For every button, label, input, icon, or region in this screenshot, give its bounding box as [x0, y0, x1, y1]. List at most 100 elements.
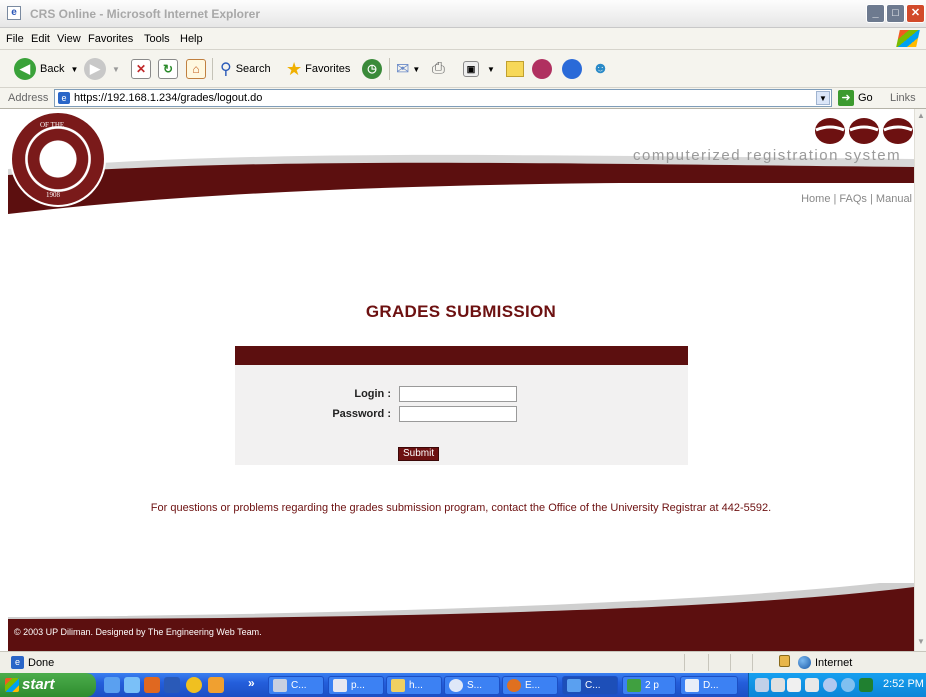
address-bar: Address e https://192.168.1.234/grades/l… — [0, 88, 926, 109]
go-button[interactable]: Go — [858, 92, 873, 104]
address-url: https://192.168.1.234/grades/logout.do — [74, 92, 263, 104]
folder-icon — [506, 61, 524, 77]
search-label: Search — [235, 63, 271, 75]
quicklaunch-app-icon[interactable] — [164, 677, 180, 693]
group-icon — [627, 679, 641, 692]
firefox-icon — [507, 679, 521, 692]
task-label: C... — [291, 680, 307, 691]
task-button[interactable]: h... — [386, 676, 442, 695]
quicklaunch-ie-icon[interactable] — [104, 677, 120, 693]
crs-logo — [815, 118, 913, 144]
contacts-button[interactable]: ☻ — [592, 56, 609, 82]
forward-button[interactable]: ▶ ▼ — [84, 56, 120, 82]
chevron-down-icon: ▼ — [112, 64, 120, 74]
task-label: E... — [525, 680, 541, 691]
research-icon — [562, 59, 582, 79]
vertical-scrollbar[interactable]: ▲ ▼ — [914, 109, 926, 651]
star-icon: ★ — [286, 58, 303, 79]
nav-separator: | — [833, 193, 837, 205]
stop-icon: ✕ — [131, 59, 151, 79]
tray-icon[interactable] — [787, 678, 801, 692]
forward-arrow-icon: ▶ — [84, 58, 106, 80]
quicklaunch-app-icon[interactable] — [208, 677, 224, 693]
toolbar-separator — [212, 58, 213, 80]
task-button-active[interactable]: C... — [562, 676, 618, 695]
address-input[interactable]: e https://192.168.1.234/grades/logout.do… — [54, 89, 832, 107]
status-cell — [730, 654, 731, 671]
address-dropdown-icon[interactable]: ▼ — [816, 91, 830, 105]
mail-icon: ✉ — [396, 61, 410, 78]
tray-icon[interactable] — [755, 678, 769, 692]
start-button[interactable]: start — [0, 673, 96, 697]
task-button[interactable]: E... — [502, 676, 558, 695]
login-form: Login : Password : Submit — [235, 346, 688, 465]
close-button[interactable]: ✕ — [906, 4, 925, 23]
tray-icon[interactable] — [771, 678, 785, 692]
print-button[interactable]: ⎙ — [432, 56, 445, 82]
status-cell — [684, 654, 685, 671]
menu-help[interactable]: Help — [180, 33, 203, 45]
menu-favorites[interactable]: Favorites — [88, 33, 133, 45]
menu-edit[interactable]: Edit — [31, 33, 50, 45]
menu-view[interactable]: View — [57, 33, 81, 45]
seal-year: 1908 — [46, 191, 60, 199]
zone-text: Internet — [815, 657, 853, 669]
search-button[interactable]: ⚲ Search — [220, 56, 271, 82]
task-button[interactable]: C... — [268, 676, 324, 695]
research-button[interactable] — [562, 56, 582, 82]
tray-icon[interactable] — [805, 678, 819, 692]
messenger-button[interactable] — [532, 56, 552, 82]
quicklaunch-more-icon[interactable]: » — [248, 676, 255, 690]
mail-button[interactable]: ✉ ▼ — [396, 56, 420, 82]
task-label: 2 p — [645, 680, 659, 691]
login-input[interactable] — [399, 386, 517, 402]
task-button[interactable]: p... — [328, 676, 384, 695]
status-cell — [752, 654, 753, 671]
menu-tools[interactable]: Tools — [144, 33, 170, 45]
nav-manual-link[interactable]: Manual — [876, 193, 912, 205]
scroll-up-icon[interactable]: ▲ — [916, 111, 926, 123]
tray-icon[interactable] — [823, 678, 837, 692]
task-label: p... — [351, 680, 365, 691]
page-title: GRADES SUBMISSION — [365, 302, 557, 321]
tray-icon[interactable] — [859, 678, 873, 692]
favorites-button[interactable]: ★ Favorites — [286, 56, 350, 82]
home-button[interactable]: ⌂ — [186, 56, 206, 82]
history-button[interactable]: ◷ — [362, 56, 382, 82]
stop-button[interactable]: ✕ — [131, 56, 151, 82]
menu-file[interactable]: File — [6, 33, 24, 45]
back-button[interactable]: ◀ Back ▼ — [14, 56, 78, 82]
quicklaunch-messenger-icon[interactable] — [186, 677, 202, 693]
ie-app-icon[interactable]: e — [7, 6, 21, 20]
clock[interactable]: 2:52 PM — [883, 678, 924, 690]
password-label: Password : — [332, 408, 391, 420]
scroll-down-icon[interactable]: ▼ — [916, 637, 926, 649]
title-bar: e CRS Online - Microsoft Internet Explor… — [0, 0, 926, 28]
quicklaunch-firefox-icon[interactable] — [144, 677, 160, 693]
edit-icon: ▣ — [463, 61, 479, 77]
quicklaunch-desktop-icon[interactable] — [124, 677, 140, 693]
chat-icon — [449, 679, 463, 692]
minimize-button[interactable]: _ — [866, 4, 885, 23]
task-button[interactable]: S... — [444, 676, 500, 695]
password-input[interactable] — [399, 406, 517, 422]
notes-button[interactable] — [506, 56, 524, 82]
go-arrow-icon[interactable]: ➜ — [838, 90, 854, 106]
maximize-button[interactable]: □ — [886, 4, 905, 23]
task-button[interactable]: D... — [680, 676, 738, 695]
messenger-icon — [532, 59, 552, 79]
task-label: C... — [585, 680, 601, 691]
history-icon: ◷ — [362, 59, 382, 79]
refresh-button[interactable]: ↻ — [158, 56, 178, 82]
lock-icon[interactable] — [779, 655, 790, 667]
edit-button[interactable]: ▣ ▼ — [463, 56, 495, 82]
folder-icon — [391, 679, 405, 692]
tray-icon[interactable] — [841, 678, 855, 692]
header-banner — [8, 109, 914, 219]
site-tagline: computerized registration system — [633, 147, 902, 164]
task-button-group[interactable]: 2 p — [622, 676, 676, 695]
submit-button[interactable]: Submit — [398, 447, 440, 461]
nav-home-link[interactable]: Home — [801, 193, 830, 205]
nav-faqs-link[interactable]: FAQs — [839, 193, 867, 205]
links-button[interactable]: Links — [890, 92, 916, 104]
